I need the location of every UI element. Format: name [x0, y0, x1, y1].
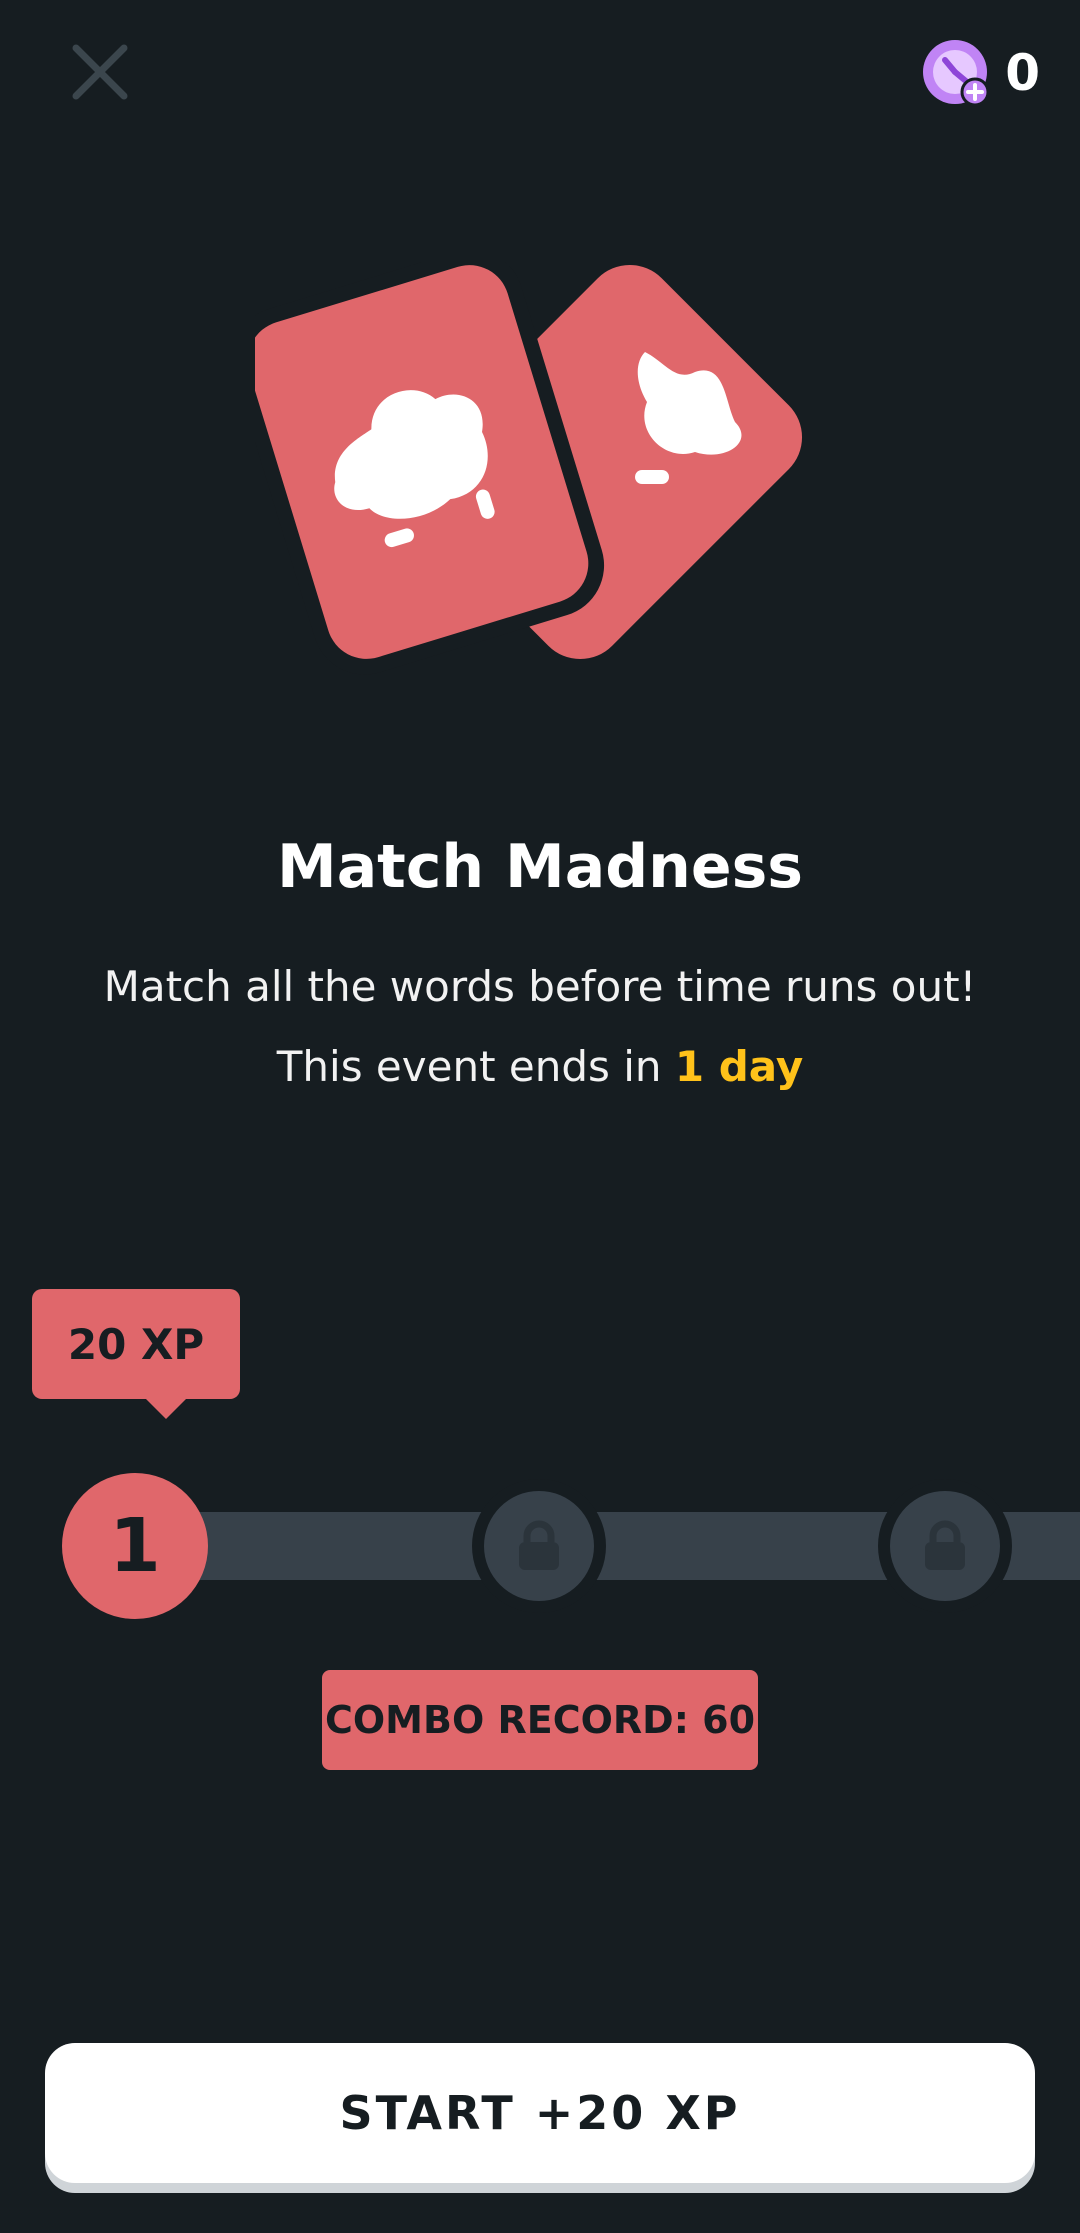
close-button[interactable]: [58, 30, 142, 114]
subtitle: Match all the words before time runs out…: [103, 962, 977, 1011]
close-icon: [72, 44, 128, 100]
event-ends-prefix: This event ends in: [276, 1042, 675, 1091]
timer-boost-counter[interactable]: 0: [921, 38, 1040, 108]
event-ends-text: This event ends in 1 day: [0, 1042, 1080, 1091]
progress-step-3-locked: [878, 1479, 1012, 1613]
event-ends-value: 1 day: [674, 1042, 804, 1091]
lock-icon: [519, 1520, 559, 1570]
lock-icon: [925, 1520, 965, 1570]
timer-boost-icon: [923, 40, 990, 107]
match-cards-illustration: [255, 262, 803, 675]
page-title: Match Madness: [276, 832, 804, 902]
match-madness-screen: 0 Match Madness Match all the words befo…: [0, 0, 1080, 2233]
progress-step-1: 1: [62, 1473, 208, 1619]
combo-record-badge: COMBO RECORD: 60: [322, 1670, 758, 1770]
timer-count: 0: [1005, 44, 1040, 102]
start-button[interactable]: START +20 XP: [45, 2043, 1035, 2183]
xp-reward-bubble: 20 XP: [32, 1289, 240, 1419]
progress-step-2-locked: [472, 1479, 606, 1613]
